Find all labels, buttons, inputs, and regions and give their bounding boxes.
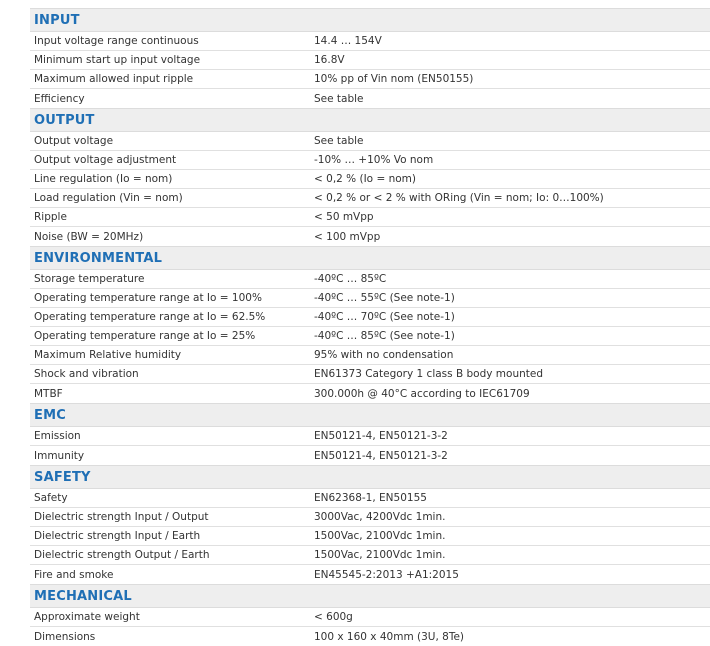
section-header-mechanical: MECHANICAL	[30, 584, 710, 608]
spec-row: Load regulation (Vin = nom) < 0,2 % or < …	[30, 189, 710, 208]
spec-row: Storage temperature -40ºC … 85ºC	[30, 270, 710, 289]
section-title: MECHANICAL	[34, 588, 132, 604]
spec-value: 1500Vac, 2100Vdc 1min.	[314, 549, 446, 561]
spec-row: Dielectric strength Output / Earth 1500Va…	[30, 546, 710, 565]
spec-row: Ripple < 50 mVpp	[30, 208, 710, 227]
spec-row: MTBF 300.000h @ 40°C according to IEC6170…	[30, 384, 710, 403]
spec-label: Ripple	[34, 211, 67, 223]
spec-label: Storage temperature	[34, 273, 145, 285]
spec-row: Shock and vibration EN61373 Category 1 cl…	[30, 365, 710, 384]
spec-value: 3000Vac, 4200Vdc 1min.	[314, 511, 446, 523]
spec-label: Line regulation (Io = nom)	[34, 173, 173, 185]
spec-value: < 0,2 % or < 2 % with ORing (Vin = nom; …	[314, 192, 604, 204]
spec-value: 300.000h @ 40°C according to IEC61709	[314, 387, 530, 400]
spec-row: Noise (BW = 20MHz) < 100 mVpp	[30, 227, 710, 246]
spec-row: Immunity EN50121-4, EN50121-3-2	[30, 446, 710, 465]
section-rows: Output voltage See table Output voltage ad…	[30, 132, 710, 246]
spec-value: < 50 mVpp	[314, 211, 374, 223]
spec-value: EN45545-2:2013 +A1:2015	[314, 568, 459, 581]
spec-label: Input voltage range continuous	[34, 35, 199, 47]
spec-row: Safety EN62368-1, EN50155	[30, 489, 710, 508]
section-title: ENVIRONMENTAL	[34, 250, 163, 266]
spec-value: 100 x 160 x 40mm (3U, 8Te)	[314, 630, 465, 643]
section-rows: Storage temperature -40ºC … 85ºC Operating…	[30, 270, 710, 403]
spec-label: Approximate weight	[34, 611, 140, 623]
spec-row: Output voltage adjustment -10% … +10% Vo …	[30, 151, 710, 170]
spec-label: Output voltage adjustment	[34, 154, 177, 166]
spec-label: Operating temperature range at Io = 25%	[34, 330, 256, 342]
spec-value: EN62368-1, EN50155	[314, 492, 427, 504]
spec-value: < 0,2 % (Io = nom)	[314, 173, 416, 185]
spec-label: Operating temperature range at Io = 62.5…	[34, 311, 266, 323]
section-title: SAFETY	[34, 469, 91, 485]
specification-table: INPUT Input voltage range continuous 14.4 …	[30, 8, 710, 646]
section-header-environmental: ENVIRONMENTAL	[30, 246, 710, 270]
section-header-input: INPUT	[30, 8, 710, 32]
spec-row: Operating temperature range at Io = 62.5…	[30, 308, 710, 327]
spec-value: -40ºC … 55ºC (See note-1)	[314, 292, 455, 304]
spec-value: EN50121-4, EN50121-3-2	[314, 449, 448, 462]
spec-value: < 100 mVpp	[314, 230, 381, 243]
spec-row: Maximum allowed input ripple 10% pp of Vi…	[30, 70, 710, 89]
spec-row: Approximate weight < 600g	[30, 608, 710, 627]
spec-value: See table	[314, 135, 364, 147]
section-rows: Emission EN50121-4, EN50121-3-2 Immunity EN…	[30, 427, 710, 465]
spec-label: Immunity	[34, 449, 85, 462]
spec-label: Load regulation (Vin = nom)	[34, 192, 183, 204]
spec-value: 1500Vac, 2100Vdc 1min.	[314, 530, 446, 542]
spec-row: Emission EN50121-4, EN50121-3-2	[30, 427, 710, 446]
spec-label: Efficiency	[34, 92, 85, 105]
spec-label: Shock and vibration	[34, 368, 139, 380]
spec-value: EN50121-4, EN50121-3-2	[314, 430, 448, 442]
section-header-safety: SAFETY	[30, 465, 710, 489]
section-title: EMC	[34, 407, 66, 423]
section-title: OUTPUT	[34, 112, 95, 128]
spec-value: -10% … +10% Vo nom	[314, 154, 434, 166]
spec-row: Minimum start up input voltage 16.8V	[30, 51, 710, 70]
spec-label: Dielectric strength Input / Output	[34, 511, 209, 523]
section-header-output: OUTPUT	[30, 108, 710, 132]
spec-label: Operating temperature range at Io = 100%	[34, 292, 262, 304]
spec-row: Input voltage range continuous 14.4 … 154…	[30, 32, 710, 51]
spec-value: 14.4 … 154V	[314, 35, 382, 47]
spec-row: Dielectric strength Input / Earth 1500Vac…	[30, 527, 710, 546]
spec-value: See table	[314, 92, 364, 105]
section-rows: Safety EN62368-1, EN50155 Dielectric stren…	[30, 489, 710, 584]
spec-row: Operating temperature range at Io = 100%…	[30, 289, 710, 308]
spec-row: Operating temperature range at Io = 25% -…	[30, 327, 710, 346]
spec-row: Line regulation (Io = nom) < 0,2 % (Io = …	[30, 170, 710, 189]
spec-row: Fire and smoke EN45545-2:2013 +A1:2015	[30, 565, 710, 584]
spec-label: Output voltage	[34, 135, 114, 147]
spec-row: Maximum Relative humidity 95% with no con…	[30, 346, 710, 365]
spec-value: -40ºC … 85ºC (See note-1)	[314, 330, 455, 342]
section-rows: Input voltage range continuous 14.4 … 154…	[30, 32, 710, 108]
spec-label: Maximum allowed input ripple	[34, 73, 194, 85]
spec-value: -40ºC … 70ºC (See note-1)	[314, 311, 455, 323]
section-title: INPUT	[34, 12, 80, 28]
spec-value: < 600g	[314, 611, 353, 623]
spec-label: Dielectric strength Output / Earth	[34, 549, 210, 561]
spec-value: 95% with no condensation	[314, 349, 454, 361]
spec-label: Minimum start up input voltage	[34, 54, 201, 66]
spec-label: Noise (BW = 20MHz)	[34, 230, 144, 243]
spec-label: Fire and smoke	[34, 568, 114, 581]
spec-value: 16.8V	[314, 54, 345, 66]
spec-value: -40ºC … 85ºC	[314, 273, 387, 285]
section-rows: Approximate weight < 600g Dimensions 100 x …	[30, 608, 710, 646]
spec-row: Dielectric strength Input / Output 3000Va…	[30, 508, 710, 527]
spec-label: Maximum Relative humidity	[34, 349, 182, 361]
spec-label: MTBF	[34, 387, 63, 400]
spec-label: Emission	[34, 430, 81, 442]
spec-row: Efficiency See table	[30, 89, 710, 108]
spec-label: Dielectric strength Input / Earth	[34, 530, 201, 542]
spec-value: EN61373 Category 1 class B body mounted	[314, 368, 544, 380]
spec-row: Output voltage See table	[30, 132, 710, 151]
section-header-emc: EMC	[30, 403, 710, 427]
spec-row: Dimensions 100 x 160 x 40mm (3U, 8Te)	[30, 627, 710, 646]
spec-label: Safety	[34, 492, 68, 504]
spec-label: Dimensions	[34, 630, 96, 643]
spec-value: 10% pp of Vin nom (EN50155)	[314, 73, 474, 85]
